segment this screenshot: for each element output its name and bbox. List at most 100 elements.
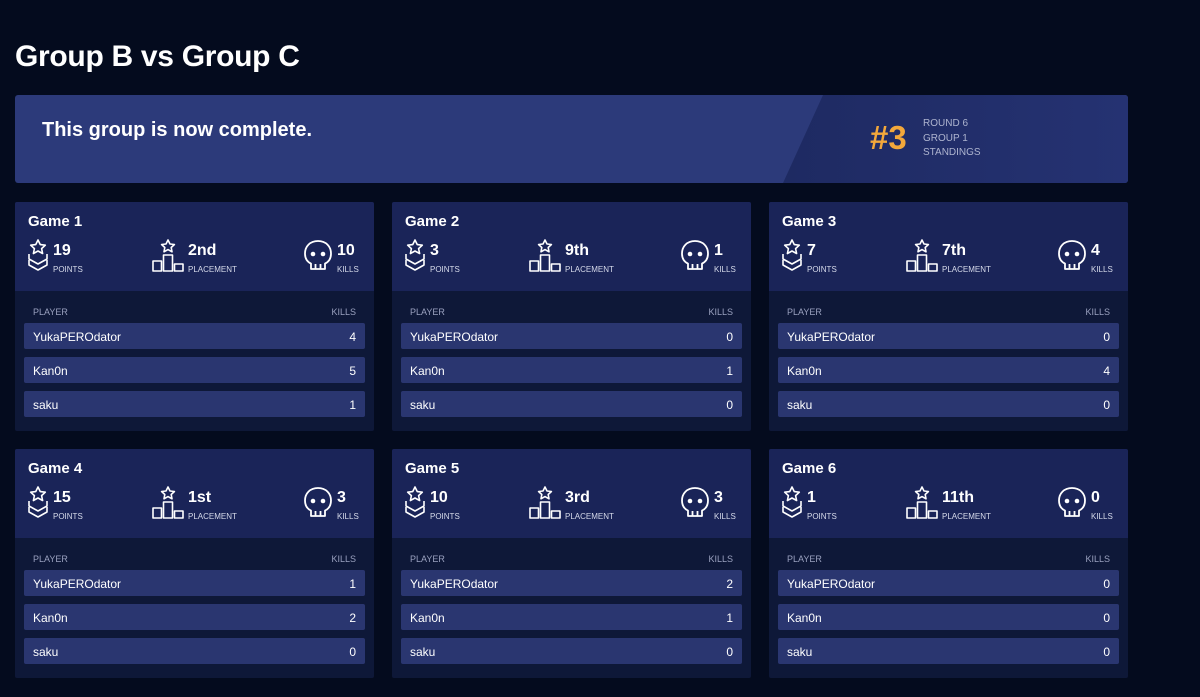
table-row: YukaPEROdator 1 <box>24 570 365 596</box>
standing-group: GROUP 1 <box>923 132 968 144</box>
chevron-star-icon <box>404 486 426 525</box>
chevron-star-icon <box>781 239 803 278</box>
player-table: YukaPEROdator 2 Kan0n 1 saku 0 <box>401 570 742 672</box>
game-title: Game 1 <box>28 213 83 230</box>
player-kills: 0 <box>1103 645 1110 659</box>
player-name: Kan0n <box>787 364 822 378</box>
column-kills: KILLS <box>331 554 356 564</box>
podium-icon <box>906 239 938 278</box>
table-row: YukaPEROdator 4 <box>24 323 365 349</box>
player-table: YukaPEROdator 0 Kan0n 4 saku 0 <box>778 323 1119 425</box>
chevron-star-icon <box>27 486 49 525</box>
skull-icon <box>303 486 333 525</box>
placement-label: PLACEMENT <box>942 265 991 274</box>
player-name: saku <box>410 398 436 412</box>
standing-label: STANDINGS <box>923 147 981 158</box>
kills-label: KILLS <box>714 265 736 274</box>
points-label: POINTS <box>53 265 83 274</box>
placement-label: PLACEMENT <box>942 512 991 521</box>
column-kills: KILLS <box>1085 307 1110 317</box>
game-title: Game 4 <box>28 460 83 477</box>
player-kills: 1 <box>349 398 356 412</box>
placement-value: 1st <box>188 489 212 506</box>
game-card-header: Game 3 7 POINTS 7th PLACEMENT 4 KILLS <box>769 202 1128 291</box>
placement-value: 11th <box>942 489 975 506</box>
placement-value: 2nd <box>188 242 217 259</box>
player-table: YukaPEROdator 0 Kan0n 1 saku 0 <box>401 323 742 425</box>
points-label: POINTS <box>807 512 837 521</box>
game-card-header: Game 5 10 POINTS 3rd PLACEMENT 3 KILLS <box>392 449 751 538</box>
game-card-header: Game 2 3 POINTS 9th PLACEMENT 1 KILLS <box>392 202 751 291</box>
player-kills: 1 <box>726 611 733 625</box>
standing-details: ROUND 6 GROUP 1 STANDINGS <box>923 117 981 161</box>
player-name: YukaPEROdator <box>33 330 122 344</box>
player-name: Kan0n <box>410 611 445 625</box>
skull-icon <box>1057 486 1087 525</box>
column-kills: KILLS <box>708 307 733 317</box>
chevron-star-icon <box>404 239 426 278</box>
skull-icon <box>680 486 710 525</box>
placement-label: PLACEMENT <box>565 512 614 521</box>
kills-label: KILLS <box>1091 512 1113 521</box>
placement-value: 3rd <box>565 489 590 506</box>
table-row: saku 0 <box>401 638 742 664</box>
player-kills: 0 <box>1103 398 1110 412</box>
table-row: YukaPEROdator 2 <box>401 570 742 596</box>
player-kills: 0 <box>1103 577 1110 591</box>
player-kills: 5 <box>349 364 356 378</box>
player-name: Kan0n <box>33 611 68 625</box>
player-kills: 2 <box>349 611 356 625</box>
game-card-header: Game 1 19 POINTS 2nd PLACEMENT 10 KILLS <box>15 202 374 291</box>
column-player: PLAYER <box>33 307 68 317</box>
player-name: saku <box>33 398 59 412</box>
column-kills: KILLS <box>331 307 356 317</box>
placement-value: 9th <box>565 242 589 259</box>
player-name: Kan0n <box>787 611 822 625</box>
player-name: saku <box>33 645 59 659</box>
podium-icon <box>152 239 184 278</box>
kills-value: 3 <box>714 489 723 506</box>
player-table: YukaPEROdator 1 Kan0n 2 saku 0 <box>24 570 365 672</box>
game-card: Game 1 19 POINTS 2nd PLACEMENT 10 KILLS … <box>15 202 374 431</box>
placement-value: 7th <box>942 242 966 259</box>
table-row: Kan0n 1 <box>401 357 742 383</box>
player-kills: 1 <box>726 364 733 378</box>
player-name: Kan0n <box>410 364 445 378</box>
player-table: YukaPEROdator 4 Kan0n 5 saku 1 <box>24 323 365 425</box>
game-title: Game 5 <box>405 460 460 477</box>
table-row: saku 0 <box>778 391 1119 417</box>
points-label: POINTS <box>53 512 83 521</box>
table-row: saku 0 <box>24 638 365 664</box>
player-kills: 0 <box>726 645 733 659</box>
standing-rank: #3 <box>870 119 907 156</box>
player-kills: 0 <box>1103 611 1110 625</box>
kills-label: KILLS <box>714 512 736 521</box>
skull-icon <box>303 239 333 278</box>
points-value: 3 <box>430 242 439 259</box>
kills-label: KILLS <box>1091 265 1113 274</box>
table-row: saku 1 <box>24 391 365 417</box>
column-kills: KILLS <box>1085 554 1110 564</box>
player-kills: 4 <box>349 330 356 344</box>
placement-label: PLACEMENT <box>188 265 237 274</box>
kills-value: 3 <box>337 489 346 506</box>
chevron-star-icon <box>27 239 49 278</box>
player-name: saku <box>787 645 813 659</box>
kills-value: 0 <box>1091 489 1100 506</box>
player-name: YukaPEROdator <box>33 577 122 591</box>
player-table: YukaPEROdator 0 Kan0n 0 saku 0 <box>778 570 1119 672</box>
table-row: Kan0n 2 <box>24 604 365 630</box>
player-name: saku <box>787 398 813 412</box>
game-title: Game 6 <box>782 460 837 477</box>
player-table-header: PLAYER KILLS <box>33 554 356 564</box>
player-name: Kan0n <box>33 364 68 378</box>
player-name: YukaPEROdator <box>410 330 499 344</box>
column-kills: KILLS <box>708 554 733 564</box>
game-card-header: Game 4 15 POINTS 1st PLACEMENT 3 KILLS <box>15 449 374 538</box>
game-card-header: Game 6 1 POINTS 11th PLACEMENT 0 KILLS <box>769 449 1128 538</box>
table-row: saku 0 <box>401 391 742 417</box>
column-player: PLAYER <box>33 554 68 564</box>
player-kills: 0 <box>349 645 356 659</box>
column-player: PLAYER <box>787 554 822 564</box>
table-row: YukaPEROdator 0 <box>401 323 742 349</box>
